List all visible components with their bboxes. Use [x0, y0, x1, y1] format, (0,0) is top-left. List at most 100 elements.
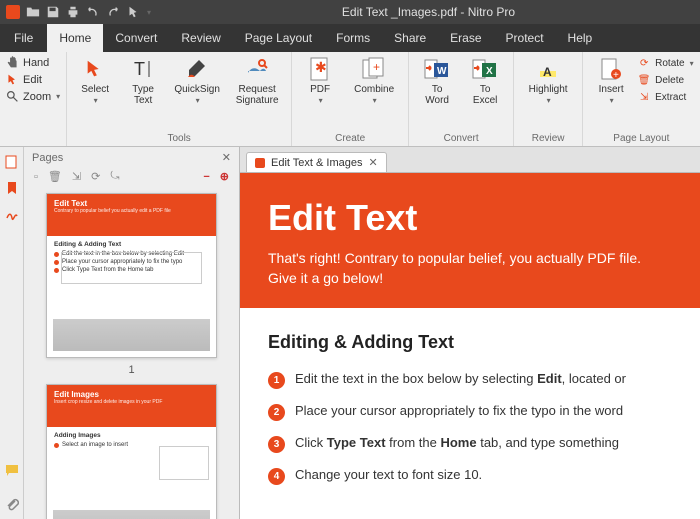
tab-home[interactable]: Home: [47, 24, 103, 52]
to-excel-label: To Excel: [473, 84, 497, 106]
extract-icon: ⇲: [637, 90, 651, 104]
combine-button[interactable]: + Combine▾: [346, 56, 402, 106]
tab-help[interactable]: Help: [556, 24, 605, 52]
delete-button[interactable]: 🗑Delete: [637, 73, 693, 87]
bookmarks-icon[interactable]: [5, 181, 19, 195]
quicksign-button[interactable]: QuickSign▾: [169, 56, 225, 106]
comments-icon[interactable]: [5, 463, 19, 477]
quicksign-icon: [184, 56, 210, 82]
zoom-tool[interactable]: Zoom ▾: [6, 90, 60, 103]
svg-text:✱: ✱: [315, 59, 327, 75]
type-text-button[interactable]: T Type Text: [121, 56, 165, 106]
pdf-button[interactable]: ✱ PDF▾: [298, 56, 342, 106]
banner-subtext: That's right! Contrary to popular belief…: [268, 249, 672, 288]
print-icon[interactable]: [66, 5, 80, 19]
pages-panel-header: Pages ✕: [24, 147, 239, 168]
select-icon: [82, 56, 108, 82]
pdf-label: PDF: [310, 84, 330, 95]
qat-dropdown-icon[interactable]: ▾: [147, 8, 151, 17]
insert-label: Insert: [599, 84, 624, 95]
pages-panel-icon[interactable]: [5, 155, 19, 169]
group-convert: W To Word X To Excel Convert: [409, 52, 514, 146]
title-bar: ▾ Edit Text _Images.pdf - Nitro Pro: [0, 0, 700, 24]
to-word-button[interactable]: W To Word: [415, 56, 459, 106]
step-text: Click Type Text from the Home tab, and t…: [295, 435, 619, 450]
group-create: ✱ PDF▾ + Combine▾ Create: [292, 52, 409, 146]
svg-text:W: W: [437, 66, 447, 77]
group-tools: Select▾ T Type Text QuickSign▾ Request S…: [67, 52, 292, 146]
document-tab[interactable]: Edit Text & Images ✕: [246, 152, 387, 172]
hand-label: Hand: [23, 57, 49, 69]
page-thumbnail[interactable]: Edit ImagesInsert crop resize and delete…: [46, 384, 217, 519]
select-button[interactable]: Select▾: [73, 56, 117, 106]
replace-page-icon[interactable]: ⤿: [110, 170, 119, 183]
save-icon[interactable]: [46, 5, 60, 19]
insert-icon: +: [598, 56, 624, 82]
group-create-label: Create: [298, 132, 402, 144]
to-excel-icon: X: [472, 56, 498, 82]
svg-text:+: +: [373, 60, 380, 74]
file-menu[interactable]: File: [0, 24, 47, 52]
svg-text:A: A: [543, 65, 552, 79]
tab-protect[interactable]: Protect: [494, 24, 556, 52]
close-panel-icon[interactable]: ✕: [222, 151, 231, 164]
highlight-button[interactable]: A Highlight▾: [520, 56, 576, 106]
pages-panel: Pages ✕ ▫ 🗑 ⇲ ⟳ ⤿ − ⊕ Edit TextContrary …: [24, 147, 240, 519]
request-signature-button[interactable]: Request Signature: [229, 56, 285, 106]
step-number-icon: 4: [268, 468, 285, 485]
tab-forms[interactable]: Forms: [324, 24, 382, 52]
hand-tool[interactable]: Hand: [6, 56, 60, 69]
rotate-page-icon[interactable]: ⟳: [91, 170, 100, 183]
highlight-icon: A: [535, 56, 561, 82]
delete-page-icon[interactable]: 🗑: [48, 170, 62, 183]
insert-button[interactable]: + Insert▾: [589, 56, 633, 106]
group-page-layout-label: Page Layout: [589, 132, 693, 144]
svg-text:+: +: [613, 70, 619, 81]
rotate-icon: ⟳: [637, 56, 651, 70]
redo-icon[interactable]: [106, 5, 120, 19]
pdf-icon: ✱: [307, 56, 333, 82]
extract-label: Extract: [655, 92, 686, 103]
edit-tool[interactable]: Edit: [6, 73, 60, 86]
thumbnails-list[interactable]: Edit TextContrary to popular belief you …: [24, 189, 239, 519]
cursor-icon[interactable]: [126, 5, 140, 19]
tab-review[interactable]: Review: [169, 24, 232, 52]
step-number-icon: 2: [268, 404, 285, 421]
zoom-dropdown-icon[interactable]: ▾: [56, 92, 60, 101]
page-layout-small-buttons: ⟳Rotate▾ 🗑Delete ⇲ Extract: [637, 56, 693, 104]
to-excel-button[interactable]: X To Excel: [463, 56, 507, 106]
request-signature-label: Request Signature: [236, 84, 279, 106]
highlight-label: Highlight: [529, 84, 568, 95]
combine-label: Combine: [354, 84, 394, 95]
step-text: Change your text to font size 10.: [295, 467, 482, 482]
open-icon[interactable]: [26, 5, 40, 19]
pages-panel-title: Pages: [32, 152, 63, 164]
extract-page-icon[interactable]: ⇲: [72, 170, 81, 183]
signatures-icon[interactable]: [5, 207, 19, 221]
zoom-in-icon[interactable]: ⊕: [220, 170, 229, 183]
zoom-label: Zoom: [23, 91, 51, 103]
rotate-button[interactable]: ⟳Rotate▾: [637, 56, 693, 70]
document-tab-title: Edit Text & Images: [271, 157, 363, 169]
tab-erase[interactable]: Erase: [438, 24, 493, 52]
extract-button[interactable]: ⇲ Extract: [637, 90, 693, 104]
ribbon: Hand Edit Zoom ▾ Select▾ T Type Text Qui…: [0, 52, 700, 147]
new-page-icon[interactable]: ▫: [34, 171, 38, 183]
tab-convert[interactable]: Convert: [103, 24, 169, 52]
tab-page-layout[interactable]: Page Layout: [233, 24, 324, 52]
step-item: 1Edit the text in the box below by selec…: [268, 371, 672, 389]
page-thumbnail[interactable]: Edit TextContrary to popular belief you …: [46, 193, 217, 358]
attachments-icon[interactable]: [5, 497, 19, 511]
delete-icon: 🗑: [637, 73, 651, 87]
close-tab-icon[interactable]: ✕: [369, 156, 378, 169]
tab-share[interactable]: Share: [382, 24, 438, 52]
document-page[interactable]: Edit Text That's right! Contrary to popu…: [240, 173, 700, 519]
svg-text:X: X: [486, 66, 493, 77]
group-convert-label: Convert: [415, 132, 507, 144]
zoom-out-icon[interactable]: −: [203, 171, 209, 183]
group-page-layout: + Insert▾ ⟳Rotate▾ 🗑Delete ⇲ Extract Page…: [583, 52, 700, 146]
group-review: A Highlight▾ Review: [514, 52, 583, 146]
to-word-icon: W: [424, 56, 450, 82]
thumb-title: Edit Text: [54, 199, 209, 208]
undo-icon[interactable]: [86, 5, 100, 19]
